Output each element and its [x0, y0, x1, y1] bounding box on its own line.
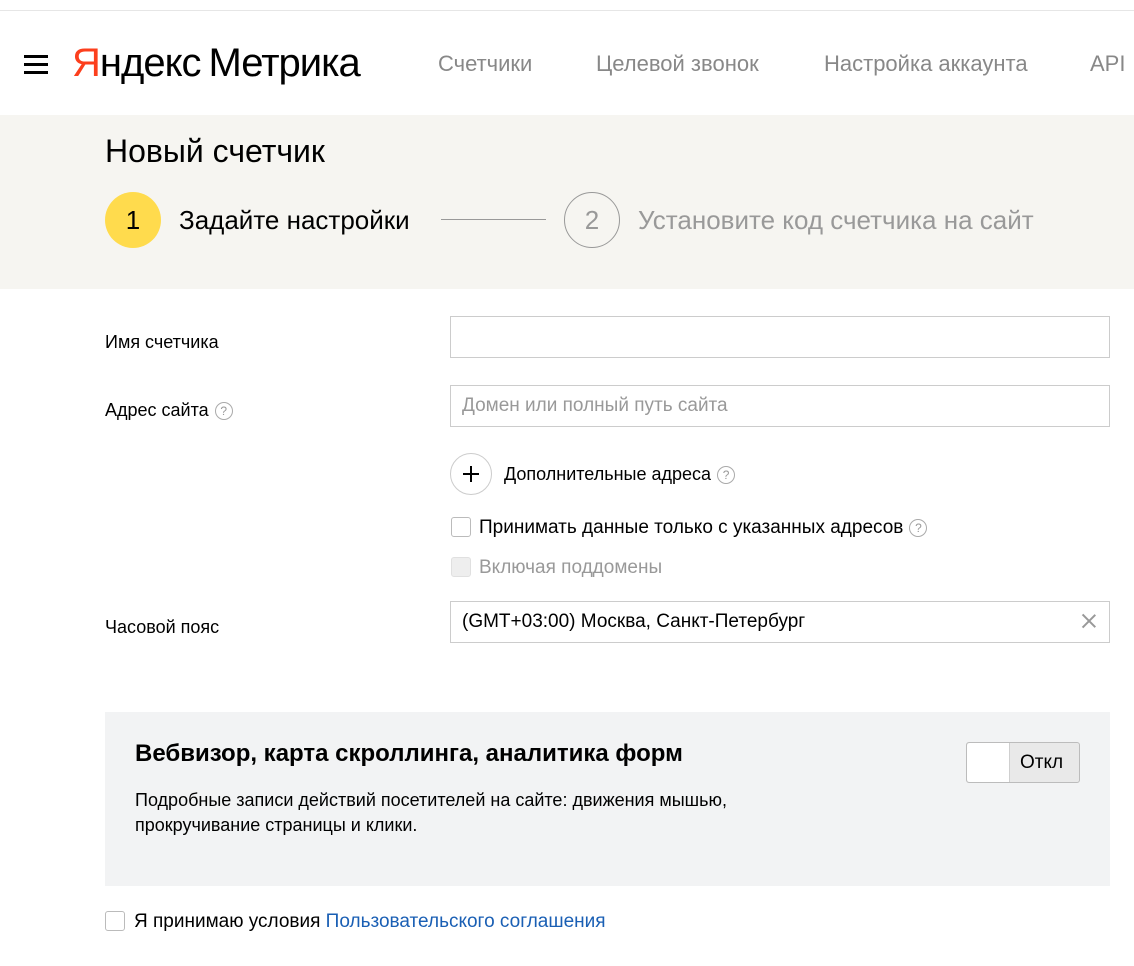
clear-icon[interactable]: [1078, 610, 1100, 632]
page-title: Новый счетчик: [105, 133, 325, 169]
nav-api[interactable]: API: [1090, 51, 1125, 77]
webvisor-description: Подробные записи действий посетителей на…: [135, 790, 727, 835]
help-icon[interactable]: ?: [214, 402, 233, 421]
webvisor-toggle[interactable]: Откл: [966, 742, 1080, 783]
accept-only-label[interactable]: Принимать данные только с указанных адре…: [479, 517, 928, 539]
logo-letter: Я: [72, 41, 101, 85]
logo[interactable]: Яндекс Метрика: [72, 39, 361, 87]
webvisor-title: Вебвизор, карта скроллинга, аналитика фо…: [135, 740, 683, 767]
toggle-state-label: Откл: [1020, 752, 1064, 773]
step-2-label: Установите код счетчика на сайт: [638, 205, 1034, 235]
nav-target-call[interactable]: Целевой звонок: [596, 51, 759, 77]
site-address-label: Адрес сайта?: [105, 399, 233, 421]
step-connector: [441, 219, 546, 220]
logo-product: Метрика: [208, 41, 361, 85]
toggle-knob: [967, 743, 1010, 782]
extra-addresses-text: Дополнительные адреса: [504, 464, 712, 484]
site-address-label-text: Адрес сайта: [105, 400, 209, 420]
agreement-prefix: Я принимаю условия: [134, 911, 326, 932]
nav-counters[interactable]: Счетчики: [438, 51, 532, 77]
accept-only-checkbox[interactable]: [451, 517, 471, 537]
agreement-label: Я принимаю условия Пользовательского сог…: [134, 910, 606, 934]
logo-brand: ндекс: [99, 41, 202, 85]
menu-icon[interactable]: [24, 55, 48, 75]
agreement-checkbox[interactable]: [105, 911, 125, 931]
timezone-label: Часовой пояс: [105, 617, 220, 637]
help-icon[interactable]: ?: [909, 518, 928, 537]
nav-account-settings[interactable]: Настройка аккаунта: [824, 51, 1028, 77]
include-subdomains-label: Включая поддомены: [479, 557, 663, 578]
user-agreement-link[interactable]: Пользовательского соглашения: [326, 911, 606, 932]
step-1-indicator: 1: [105, 192, 161, 248]
step-1-label: Задайте настройки: [179, 205, 410, 235]
accept-only-text: Принимать данные только с указанных адре…: [479, 517, 904, 538]
extra-addresses-label[interactable]: Дополнительные адреса?: [504, 463, 736, 485]
counter-name-label: Имя счетчика: [105, 332, 219, 352]
help-icon[interactable]: ?: [717, 466, 736, 485]
header: Яндекс Метрика Счетчики Целевой звонок На…: [0, 11, 1134, 115]
add-address-button[interactable]: [450, 453, 492, 495]
include-subdomains-checkbox[interactable]: [451, 557, 471, 577]
step-2-indicator: 2: [564, 192, 620, 248]
counter-name-input[interactable]: [450, 316, 1110, 358]
site-address-input[interactable]: [450, 385, 1110, 427]
timezone-input[interactable]: [450, 601, 1110, 643]
